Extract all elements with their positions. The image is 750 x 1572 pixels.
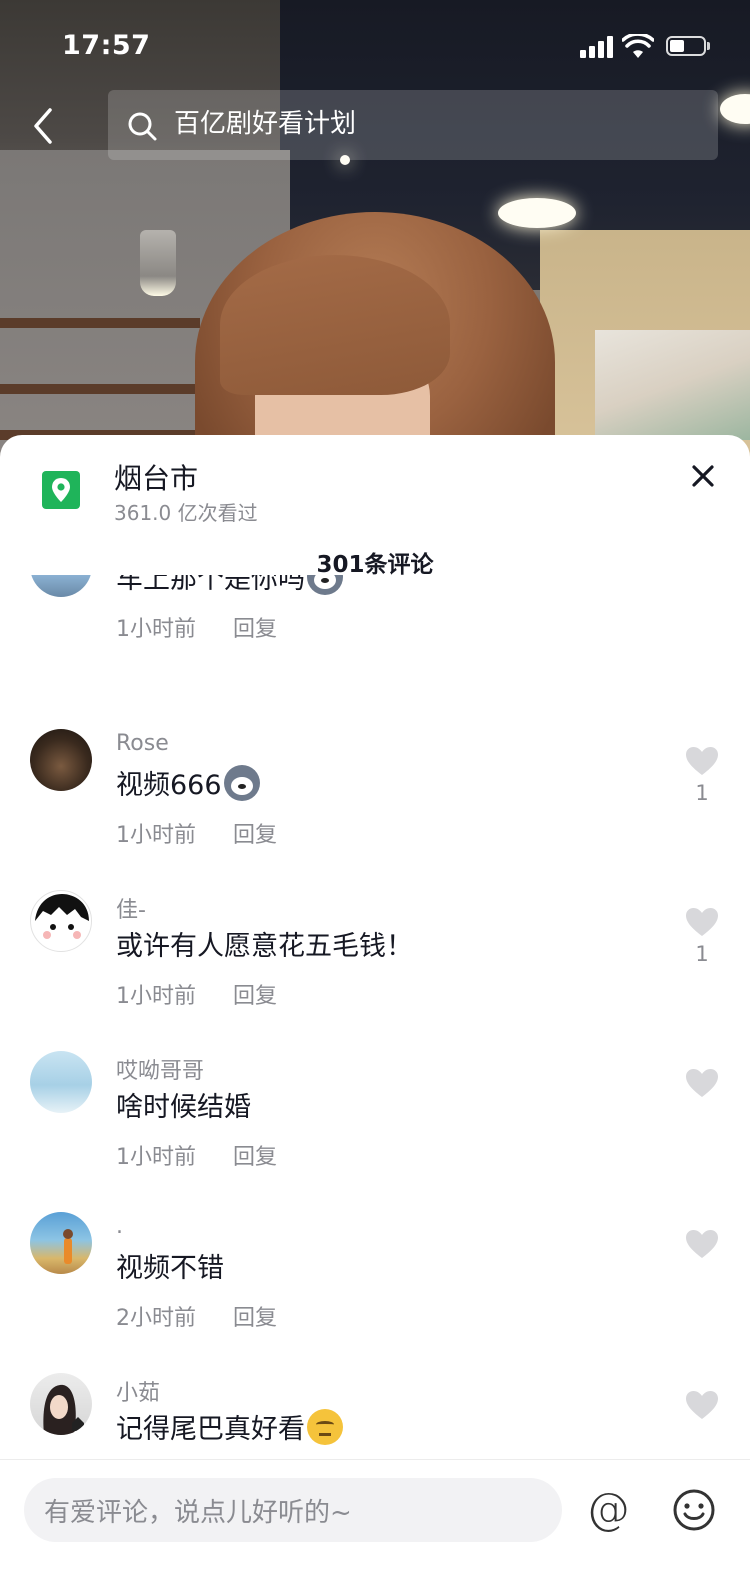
comment-username[interactable]: 哎呦哥哥 (116, 1053, 204, 1085)
cellular-signal-icon (580, 36, 614, 58)
comment-meta: 1小时前 回复 (116, 1139, 277, 1171)
heart-icon[interactable] (684, 1228, 720, 1260)
search-bar[interactable]: 百亿剧好看计划 (108, 90, 718, 160)
comment-item: 哎呦哥哥 啥时候结婚 1小时前 回复 (0, 1049, 750, 1209)
comment-count: 301条评论 (316, 552, 434, 578)
reply-button[interactable]: 回复 (233, 984, 277, 1009)
comment-username[interactable]: Rose (116, 731, 169, 756)
like-count: 1 (695, 781, 709, 805)
wifi-icon (622, 34, 654, 58)
comment-list[interactable]: 车上那个是你吗 1小时前 回复 Rose 视频666 1小时前 回复 1 佳- … (0, 575, 750, 1460)
reply-button[interactable]: 回复 (233, 1145, 277, 1170)
search-query: 百亿剧好看计划 (174, 109, 357, 139)
comment-item: 车上那个是你吗 1小时前 回复 (0, 575, 750, 695)
comment-text[interactable]: 车上那个是你吗 (116, 575, 343, 596)
comment-meta: 2小时前 回复 (116, 1300, 277, 1332)
search-icon (128, 112, 157, 141)
comment-time: 1小时前 (116, 984, 196, 1009)
close-icon[interactable] (686, 459, 720, 493)
comment-item: 佳- 或许有人愿意花五毛钱！ 1小时前 回复 1 (0, 888, 750, 1048)
battery-cap (707, 42, 710, 50)
comment-sheet: 烟台市 361.0 亿次看过 301条评论 车上那个是你吗 1小时前 回复 Ro… (0, 435, 750, 1572)
comment-time: 2小时前 (116, 1306, 196, 1331)
shelf (0, 318, 200, 328)
heart-icon[interactable] (684, 745, 720, 777)
comment-input[interactable]: 有爱评论，说点儿好听的~ (24, 1478, 562, 1542)
dog-emoji-icon (223, 765, 260, 801)
comment-time: 1小时前 (116, 823, 196, 848)
thinking-emoji-icon (307, 1409, 343, 1445)
reply-button[interactable]: 回复 (233, 1306, 277, 1331)
comment-item: 小茹 记得尾巴真好看 (0, 1371, 750, 1460)
like-count: 1 (695, 942, 709, 966)
avatar[interactable] (30, 1212, 92, 1274)
comment-username[interactable]: 小茹 (116, 1375, 160, 1407)
comment-meta: 1小时前 回复 (116, 611, 277, 643)
location-views: 361.0 亿次看过 (114, 501, 258, 525)
comment-time: 1小时前 (116, 617, 196, 642)
comment-item: Rose 视频666 1小时前 回复 1 (0, 727, 750, 887)
location-title[interactable]: 烟台市 (114, 457, 198, 497)
reply-button[interactable]: 回复 (233, 823, 277, 848)
wall-painting (595, 330, 750, 440)
comment-item: . 视频不错 2小时前 回复 (0, 1210, 750, 1370)
status-bar: 17:57 (0, 0, 750, 90)
status-time: 17:57 (62, 30, 151, 61)
comment-username[interactable]: . (116, 1214, 123, 1239)
pendant-lamp (140, 230, 176, 296)
comment-text[interactable]: 啥时候结婚 (116, 1085, 251, 1124)
heart-icon[interactable] (684, 906, 720, 938)
back-button[interactable] (26, 104, 66, 148)
avatar[interactable] (30, 1051, 92, 1113)
person-fringe (220, 255, 450, 395)
at-icon[interactable]: @ (586, 1486, 630, 1534)
avatar[interactable] (30, 729, 92, 791)
smiley-icon[interactable] (672, 1488, 716, 1532)
shelf (0, 384, 200, 394)
reply-button[interactable]: 回复 (233, 617, 277, 642)
location-pin-icon[interactable] (42, 471, 80, 509)
comment-text[interactable]: 记得尾巴真好看 (116, 1407, 343, 1446)
comment-time: 1小时前 (116, 1145, 196, 1170)
avatar[interactable] (30, 575, 92, 597)
dog-emoji-icon (307, 575, 343, 595)
comment-input-placeholder: 有爱评论，说点儿好听的~ (44, 1498, 352, 1528)
avatar[interactable] (30, 1373, 92, 1435)
comment-input-bar: 有爱评论，说点儿好听的~ @ (0, 1459, 750, 1572)
heart-icon[interactable] (684, 1389, 720, 1421)
avatar[interactable] (30, 890, 92, 952)
ceiling-light (498, 198, 576, 228)
comment-meta: 1小时前 回复 (116, 817, 277, 849)
comment-text[interactable]: 或许有人愿意花五毛钱！ (116, 924, 413, 963)
battery-icon (666, 36, 706, 56)
comment-username[interactable]: 佳- (116, 892, 146, 924)
comment-text[interactable]: 视频不错 (116, 1246, 224, 1285)
comment-text[interactable]: 视频666 (116, 763, 260, 802)
comment-meta: 1小时前 回复 (116, 978, 277, 1010)
heart-icon[interactable] (684, 1067, 720, 1099)
